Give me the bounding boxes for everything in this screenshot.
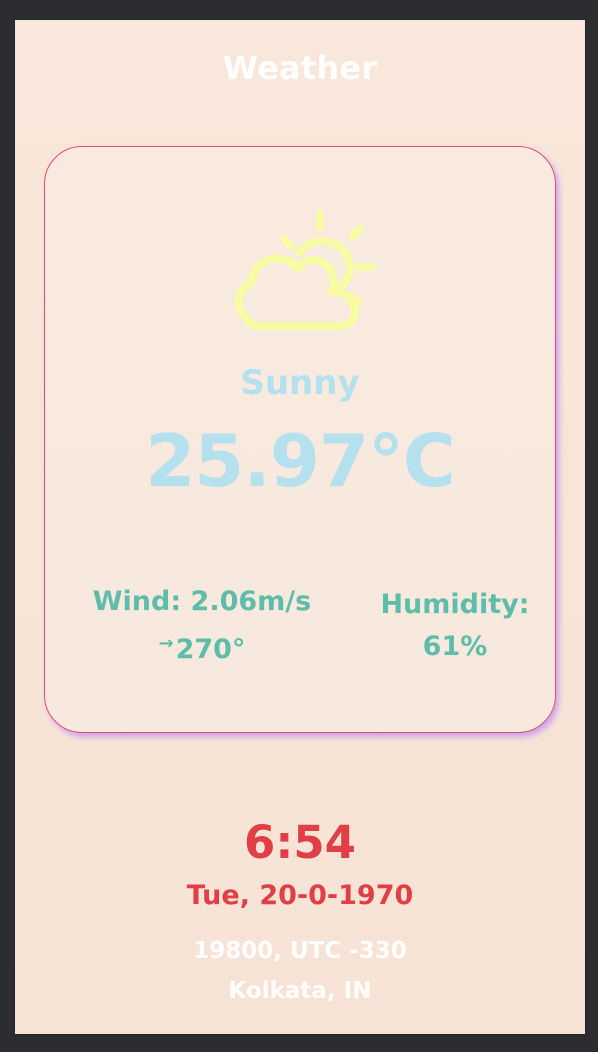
humidity-label: Humidity: [380,589,530,620]
humidity-value: 61% [422,631,488,662]
wind-direction: 270° [175,634,246,665]
weather-condition: Sunny [240,363,360,403]
wind-speed: Wind: 2.06m/s [92,586,312,617]
partly-sunny-icon [235,209,376,330]
wind-direction-row: →270° [89,623,315,671]
current-date: Tue, 20-0-1970 [186,880,414,911]
location-name: Kolkata, IN [228,978,372,1004]
humidity-info: Humidity: 61% [375,584,535,668]
wind-arrow-icon: → [158,633,174,654]
temperature-value: 25.97°C [145,419,456,503]
wind-info: Wind: 2.06m/s →270° [89,581,315,671]
app-title: Weather [222,49,378,87]
weather-app-frame: Weather Sunny 25.97°C Wind: 2.06m/s →270… [15,20,585,1034]
weather-card: Sunny 25.97°C Wind: 2.06m/s →270° Humidi… [44,146,556,733]
current-time: 6:54 [244,816,356,869]
timezone-offset: 19800, UTC -330 [193,938,407,964]
